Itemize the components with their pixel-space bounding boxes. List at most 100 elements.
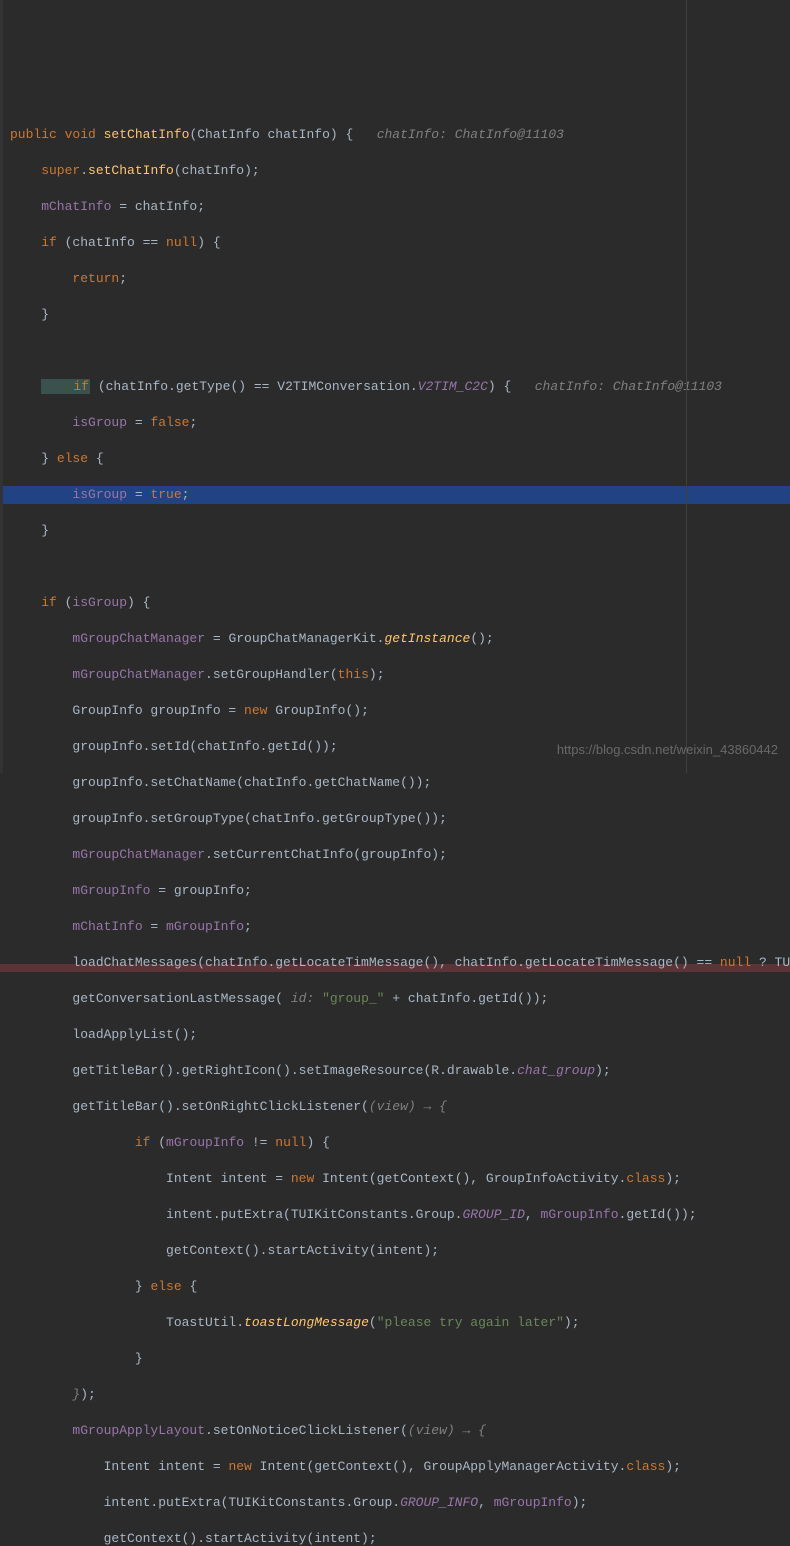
code-line[interactable]: Intent intent = new Intent(getContext(),… — [0, 1458, 790, 1476]
keyword: new — [228, 1459, 259, 1474]
code-text: intent.putExtra(TUIKitConstants.Group. — [10, 1495, 400, 1510]
keyword: new — [244, 703, 275, 718]
code-line[interactable]: Intent intent = new Intent(getContext(),… — [0, 1170, 790, 1188]
keyword: new — [291, 1171, 322, 1186]
code-line[interactable]: if (mGroupInfo != null) { — [0, 1134, 790, 1152]
code-text: ( — [158, 1135, 166, 1150]
keyword: void — [65, 127, 104, 142]
code-text: (chatInfo); — [174, 163, 260, 178]
code-text: ) { — [307, 1135, 330, 1150]
field: isGroup — [10, 415, 127, 430]
code-text: groupInfo.setChatName(chatInfo.getChatNa… — [10, 775, 431, 790]
code-text: = chatInfo; — [111, 199, 205, 214]
code-text: (ChatInfo chatInfo) { — [189, 127, 376, 142]
code-line[interactable]: loadChatMessages(chatInfo.getLocateTimMe… — [0, 954, 790, 972]
code-line[interactable]: mChatInfo = mGroupInfo; — [0, 918, 790, 936]
constant: GROUP_ID — [462, 1207, 524, 1222]
code-line[interactable]: } else { — [0, 1278, 790, 1296]
keyword: class — [626, 1459, 665, 1474]
method-name: toastLongMessage — [244, 1315, 369, 1330]
field: mGroupApplyLayout — [10, 1423, 205, 1438]
code-text: ; — [244, 919, 252, 934]
field: mChatInfo — [10, 199, 111, 214]
code-line[interactable] — [0, 342, 790, 360]
keyword: else — [150, 1279, 189, 1294]
code-line[interactable]: ToastUtil.toastLongMessage("please try a… — [0, 1314, 790, 1332]
code-line[interactable]: groupInfo.setGroupType(chatInfo.getGroup… — [0, 810, 790, 828]
code-text: != — [244, 1135, 275, 1150]
field: mGroupInfo — [166, 1135, 244, 1150]
code-text: ); — [665, 1171, 681, 1186]
code-text: loadChatMessages(chatInfo.getLocateTimMe… — [10, 955, 720, 970]
code-line[interactable]: isGroup = false; — [0, 414, 790, 432]
code-line[interactable]: mGroupApplyLayout.setOnNoticeClickListen… — [0, 1422, 790, 1440]
code-text: . — [80, 163, 88, 178]
code-text: Intent(getContext(), GroupApplyManagerAc… — [260, 1459, 627, 1474]
code-line[interactable]: mGroupInfo = groupInfo; — [0, 882, 790, 900]
keyword: return — [10, 271, 119, 286]
lambda: (view) → { — [369, 1099, 447, 1114]
code-text: getTitleBar().getRightIcon().setImageRes… — [10, 1063, 517, 1078]
method-name: setChatInfo — [88, 163, 174, 178]
code-text: getContext().startActivity(intent); — [10, 1531, 377, 1546]
code-line[interactable]: mGroupChatManager.setCurrentChatInfo(gro… — [0, 846, 790, 864]
code-line[interactable]: loadApplyList(); — [0, 1026, 790, 1044]
code-line[interactable]: if (chatInfo == null) { — [0, 234, 790, 252]
code-line[interactable]: groupInfo.setChatName(chatInfo.getChatNa… — [0, 774, 790, 792]
code-line[interactable]: }); — [0, 1386, 790, 1404]
code-text: intent.putExtra(TUIKitConstants.Group. — [10, 1207, 462, 1222]
code-line[interactable]: getContext().startActivity(intent); — [0, 1530, 790, 1546]
code-text: (chatInfo == — [65, 235, 166, 250]
code-line[interactable]: } — [0, 1350, 790, 1368]
code-line[interactable]: getConversationLastMessage( id: "group_"… — [0, 990, 790, 1008]
code-line[interactable]: mGroupChatManager.setGroupHandler(this); — [0, 666, 790, 684]
code-line[interactable]: getTitleBar().getRightIcon().setImageRes… — [0, 1062, 790, 1080]
code-text: getConversationLastMessage( — [10, 991, 291, 1006]
code-text: } — [10, 307, 49, 322]
code-line[interactable]: mChatInfo = chatInfo; — [0, 198, 790, 216]
code-line[interactable]: public void setChatInfo(ChatInfo chatInf… — [0, 126, 790, 144]
code-line[interactable]: return; — [0, 270, 790, 288]
code-text: = GroupChatManagerKit. — [205, 631, 384, 646]
code-line[interactable]: } — [0, 522, 790, 540]
field: isGroup — [10, 487, 127, 502]
code-line[interactable]: GroupInfo groupInfo = new GroupInfo(); — [0, 702, 790, 720]
code-line[interactable]: intent.putExtra(TUIKitConstants.Group.GR… — [0, 1494, 790, 1512]
code-text: groupInfo.setGroupType(chatInfo.getGroup… — [10, 811, 447, 826]
keyword: null — [720, 955, 751, 970]
code-line[interactable]: getContext().startActivity(intent); — [0, 1242, 790, 1260]
constant: V2TIM_C2C — [418, 379, 488, 394]
code-line[interactable] — [0, 558, 790, 576]
code-text: Intent(getContext(), GroupInfoActivity. — [322, 1171, 626, 1186]
code-text: ( — [369, 1315, 377, 1330]
keyword: this — [338, 667, 369, 682]
code-text: Intent intent = — [10, 1171, 291, 1186]
code-line[interactable]: if (chatInfo.getType() == V2TIMConversat… — [0, 378, 790, 396]
code-text: } — [10, 523, 49, 538]
code-line[interactable]: super.setChatInfo(chatInfo); — [0, 162, 790, 180]
code-text: = — [127, 487, 150, 502]
code-line-highlighted[interactable]: isGroup = true; — [3, 486, 790, 504]
code-text: ToastUtil. — [10, 1315, 244, 1330]
code-line[interactable]: if (isGroup) { — [0, 594, 790, 612]
code-text: GroupInfo(); — [275, 703, 369, 718]
lambda: (view) → { — [408, 1423, 486, 1438]
code-line[interactable]: mGroupChatManager = GroupChatManagerKit.… — [0, 630, 790, 648]
code-line[interactable]: } — [0, 306, 790, 324]
field: mGroupInfo — [10, 883, 150, 898]
code-text: getContext().startActivity(intent); — [10, 1243, 439, 1258]
code-text: ); — [595, 1063, 611, 1078]
string: "group_" — [322, 991, 384, 1006]
code-text: } — [10, 1279, 150, 1294]
code-text: .getId()); — [619, 1207, 697, 1222]
code-text: , — [478, 1495, 494, 1510]
code-line[interactable]: } else { — [0, 450, 790, 468]
keyword: class — [626, 1171, 665, 1186]
method-name: setChatInfo — [104, 127, 190, 142]
code-editor[interactable]: public void setChatInfo(ChatInfo chatInf… — [0, 108, 790, 1546]
code-text: (chatInfo.getType() == V2TIMConversation… — [90, 379, 418, 394]
code-line[interactable]: intent.putExtra(TUIKitConstants.Group.GR… — [0, 1206, 790, 1224]
keyword: if — [10, 595, 65, 610]
code-line[interactable]: getTitleBar().setOnRightClickListener((v… — [0, 1098, 790, 1116]
field: mGroupChatManager — [10, 667, 205, 682]
